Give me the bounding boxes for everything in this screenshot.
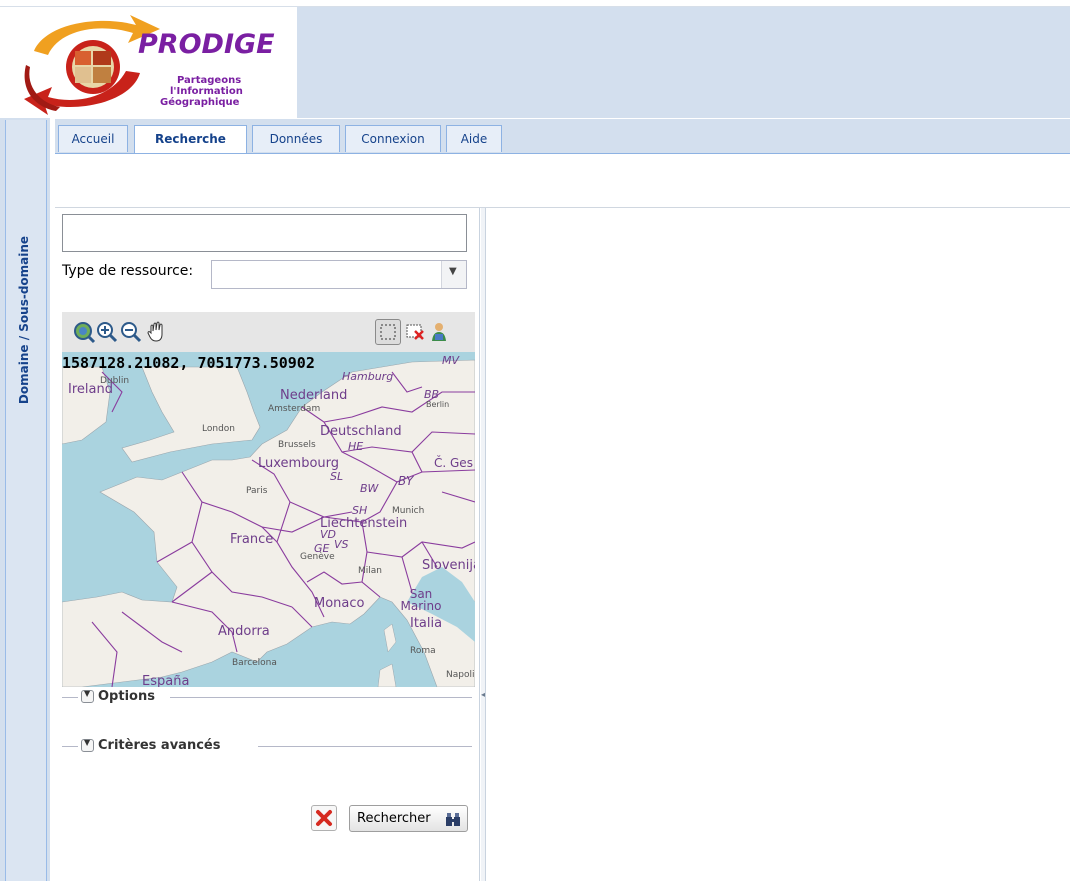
search-input[interactable] [62, 214, 467, 252]
map-label-barcelona: Barcelona [232, 658, 277, 668]
map-label-paris: Paris [246, 486, 268, 496]
map-label-sl: SL [330, 470, 344, 483]
zoom-out-icon[interactable] [118, 319, 144, 345]
fieldset-rule [62, 697, 78, 698]
logo-graphic [24, 15, 160, 115]
map-coordinates: 1587128.21082, 7051773.50902 [62, 354, 315, 372]
pan-hand-icon[interactable] [144, 319, 170, 345]
map-label-vs: VS [334, 538, 349, 551]
map-viewport[interactable]: 1587128.21082, 7051773.50902 Ireland Dub… [62, 352, 475, 687]
domain-sidebar[interactable] [5, 120, 47, 881]
map-label-hamburg: Hamburg [342, 370, 394, 383]
select-trigger[interactable]: ▼ [441, 261, 466, 288]
clear-x-icon [316, 810, 332, 826]
resource-type-label: Type de ressource: [62, 263, 194, 279]
map-label-milan: Milan [358, 566, 382, 576]
tab-aide[interactable]: Aide [446, 125, 502, 152]
advanced-criteria-fieldset: ▼ Critères avancés [62, 736, 472, 756]
logo-tagline-1: Partageons [177, 75, 242, 86]
advanced-criteria-toggle[interactable]: ▼ [81, 738, 94, 752]
map-label-amsterdam: Amsterdam [268, 404, 321, 414]
zoom-extent-icon[interactable] [70, 319, 96, 345]
map-label-berlin: Berlin [426, 400, 450, 409]
main-tab-bar: Accueil Recherche Données Connexion Aide [55, 119, 1070, 154]
tab-recherche[interactable]: Recherche [134, 125, 247, 153]
options-fieldset: ▼ Options [62, 687, 472, 707]
map-label-cesko: Č. Ges [434, 456, 473, 470]
map-label-mv: MV [442, 354, 460, 367]
tab-connexion[interactable]: Connexion [345, 125, 441, 152]
sidebar-title[interactable]: Domaine / Sous-domaine [17, 236, 31, 404]
map-label-luxembourg: Luxembourg [258, 456, 340, 471]
chevron-down-icon: ▼ [449, 266, 457, 277]
search-button-label: Rechercher [357, 811, 431, 826]
fieldset-rule [62, 746, 78, 747]
chevron-down-icon: ▼ [84, 738, 91, 747]
map-toolbar [62, 312, 475, 353]
tab-donnees[interactable]: Données [252, 125, 340, 152]
top-edge [0, 0, 1070, 7]
map-label-deutschland: Deutschland [320, 424, 402, 439]
clear-button[interactable] [311, 805, 337, 831]
box-select-icon[interactable] [375, 319, 401, 345]
map-label-slovenija: Slovenija [422, 558, 475, 573]
map-label-london: London [202, 424, 235, 434]
options-toggle[interactable]: ▼ [81, 689, 94, 703]
tab-toolbar-area [55, 154, 1070, 208]
prodige-logo: PRODIGE Partageons l'Information Géograp… [0, 7, 297, 118]
zoom-in-icon[interactable] [94, 319, 120, 345]
map-label-by: BY [398, 474, 414, 488]
resource-type-select[interactable]: ▼ [211, 260, 467, 289]
collapse-arrow-icon[interactable]: ◂ [481, 688, 485, 702]
logo-title: PRODIGE [138, 29, 275, 60]
results-panel [486, 208, 1070, 881]
layers-icon[interactable] [426, 319, 452, 345]
fieldset-rule [258, 746, 472, 747]
map-label-napoli: Napoli [446, 670, 475, 680]
search-button[interactable]: Rechercher [349, 805, 468, 832]
logo-tagline-2: l'Information [170, 86, 243, 97]
options-legend[interactable]: Options [98, 687, 159, 707]
map-label-espana: España [142, 674, 190, 687]
logo-tagline-3: Géographique [160, 97, 240, 108]
advanced-criteria-legend[interactable]: Critères avancés [98, 736, 225, 756]
map-label-andorra: Andorra [218, 624, 270, 639]
tab-accueil[interactable]: Accueil [58, 125, 128, 152]
map-label-nederland: Nederland [280, 388, 348, 403]
map-label-san-marino: San Marino [400, 587, 442, 613]
map-label-he: HE [348, 440, 364, 453]
fieldset-rule [170, 697, 472, 698]
map-label-dublin: Dublin [100, 376, 130, 386]
map-label-monaco: Monaco [314, 596, 365, 611]
chevron-down-icon: ▼ [84, 689, 91, 698]
map-label-italia: Italia [410, 616, 443, 631]
binoculars-icon [445, 811, 461, 831]
map-label-france: France [230, 532, 274, 547]
map-label-roma: Roma [410, 646, 436, 656]
map-label-bw: BW [360, 482, 379, 495]
map-label-geneve: Genève [300, 552, 335, 562]
map-label-brussels: Brussels [278, 440, 316, 450]
map-label-munich: Munich [392, 506, 425, 516]
